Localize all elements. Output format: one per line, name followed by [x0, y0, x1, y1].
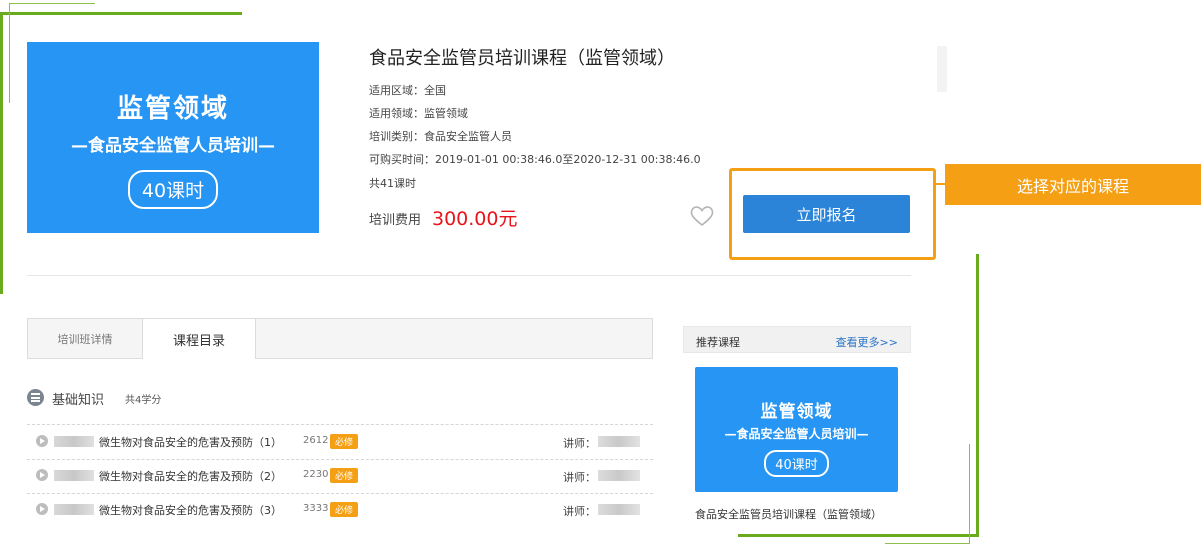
section-divider	[27, 275, 911, 276]
course-purchase-time: 可购买时间：2019-01-01 00:38:46.0至2020-12-31 0…	[369, 153, 701, 166]
list-icon	[27, 389, 44, 406]
favorite-heart-icon[interactable]	[689, 204, 715, 228]
recommended-course-banner[interactable]: 监管领域 —食品安全监管人员培训— 40课时	[695, 367, 898, 492]
course-title: 食品安全监管员培训课程（监管领域）	[369, 48, 675, 69]
course-field: 适用领域：监管领域	[369, 107, 468, 120]
lesson-row[interactable]: 微生物对食品安全的危害及预防（3） 3333 必修 讲师：	[27, 493, 653, 527]
tab-class-details[interactable]: 培训班详情	[28, 319, 142, 358]
lesson-row[interactable]: 微生物对食品安全的危害及预防（2） 2230 必修 讲师：	[27, 459, 653, 493]
banner-title: 监管领域	[116, 94, 229, 124]
enroll-button[interactable]: 立即报名	[743, 195, 910, 233]
banner-hours: 40课时	[127, 170, 219, 209]
lecturer-label: 讲师：	[563, 471, 596, 484]
lecturer-label: 讲师：	[563, 437, 596, 450]
lesson-title[interactable]: 微生物对食品安全的危害及预防（2）	[99, 468, 282, 484]
lesson-view-count: 2230	[303, 469, 329, 480]
callout-label: 选择对应的课程	[945, 164, 1201, 205]
course-total-hours: 共41课时	[369, 177, 416, 190]
play-icon[interactable]	[36, 503, 48, 515]
fee-label: 培训费用	[369, 213, 422, 228]
decor-line	[0, 12, 242, 15]
recommended-title: 推荐课程	[696, 336, 740, 349]
blurred-lecturer	[598, 504, 640, 515]
decor-line	[885, 543, 970, 544]
blurred-lecturer	[598, 436, 640, 447]
section-title: 基础知识	[52, 393, 105, 408]
fee-value: 300.00元	[432, 208, 518, 230]
lesson-title[interactable]: 微生物对食品安全的危害及预防（3）	[99, 502, 282, 518]
side-scroll-stub	[937, 46, 947, 92]
decor-line	[9, 3, 95, 4]
section-credit: 共4学分	[125, 395, 162, 406]
course-category: 培训类别：食品安全监管人员	[369, 130, 512, 143]
required-badge: 必修	[330, 468, 359, 483]
blurred-text	[54, 470, 94, 481]
lecturer-label: 讲师：	[563, 505, 596, 518]
required-badge: 必修	[330, 434, 359, 449]
banner-subtitle: —食品安全监管人员培训—	[71, 136, 275, 156]
course-banner[interactable]: 监管领域 —食品安全监管人员培训— 40课时	[27, 42, 319, 233]
blurred-text	[54, 436, 94, 447]
decor-line	[9, 3, 10, 103]
detail-tabs: 培训班详情 课程目录	[27, 318, 653, 359]
lesson-view-count: 3333	[303, 503, 329, 514]
tab-course-catalog[interactable]: 课程目录	[142, 319, 256, 359]
view-more-link[interactable]: 查看更多>>	[836, 334, 898, 350]
recommended-header: 推荐课程 查看更多>>	[683, 326, 911, 353]
decor-line	[738, 534, 979, 537]
blurred-lecturer	[598, 470, 640, 481]
banner-subtitle: —食品安全监管人员培训—	[724, 427, 869, 441]
course-region: 适用区域：全国	[369, 84, 446, 97]
blurred-text	[54, 504, 94, 515]
decor-line	[0, 12, 3, 294]
banner-title: 监管领域	[760, 402, 833, 422]
recommended-course-title[interactable]: 食品安全监管员培训课程（监管领域）	[695, 506, 882, 522]
decor-line	[976, 254, 979, 537]
play-icon[interactable]	[36, 469, 48, 481]
lesson-row[interactable]: 微生物对食品安全的危害及预防（1） 2612 必修 讲师：	[27, 425, 653, 459]
required-badge: 必修	[330, 502, 359, 517]
banner-hours: 40课时	[764, 450, 829, 477]
play-icon[interactable]	[36, 435, 48, 447]
lesson-view-count: 2612	[303, 435, 329, 446]
lesson-title[interactable]: 微生物对食品安全的危害及预防（1）	[99, 434, 282, 450]
decor-line	[969, 444, 970, 544]
